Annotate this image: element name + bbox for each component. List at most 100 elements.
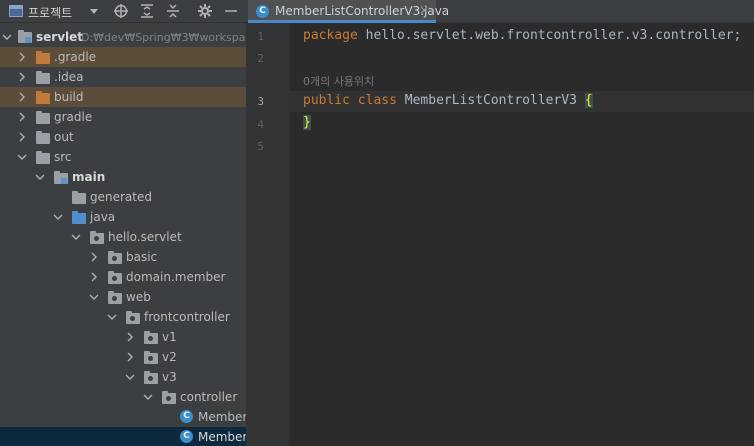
editor-tab-member-list-controller[interactable]: C MemberListControllerV3.java × <box>248 0 449 23</box>
folder-icon <box>36 111 50 124</box>
chevron-down-icon[interactable] <box>53 212 63 222</box>
editor-tab-bar: C MemberListControllerV3.java × <box>246 0 754 23</box>
code-line-3: public class MemberListControllerV3 { <box>303 93 593 108</box>
chevron-right-icon[interactable] <box>89 272 99 282</box>
tree-item-label: v1 <box>162 330 177 344</box>
line-number: 3 <box>257 95 264 108</box>
tree-item-servlet[interactable]: servlet D:₩dev₩Spring₩3₩workspace <box>0 27 246 47</box>
tree-item-hello-servlet[interactable]: hello.servlet <box>0 227 246 247</box>
dropdown-icon[interactable] <box>90 9 98 14</box>
tree-item-label: build <box>54 90 84 104</box>
tree-item-gradle[interactable]: gradle <box>0 107 246 127</box>
module-folder-icon <box>18 30 32 43</box>
project-view-icon <box>9 5 23 17</box>
tree-item-label: web <box>126 290 151 304</box>
chevron-down-icon[interactable] <box>89 292 99 302</box>
package-name: hello.servlet.web.frontcontroller.v3.con… <box>357 28 742 43</box>
tree-item-basic[interactable]: basic <box>0 247 246 267</box>
package-icon <box>90 231 104 244</box>
chevron-down-icon[interactable] <box>2 32 12 42</box>
gear-icon[interactable] <box>197 3 213 19</box>
tree-item-controller[interactable]: controller <box>0 387 246 407</box>
chevron-down-icon[interactable] <box>125 372 135 382</box>
chevron-right-icon[interactable] <box>17 92 27 102</box>
tree-item-member-list-controller[interactable]: C MemberListControllerV3 <box>0 427 246 446</box>
package-icon <box>162 391 176 404</box>
package-icon <box>108 271 122 284</box>
package-icon <box>144 331 158 344</box>
code-line-1: package hello.servlet.web.frontcontrolle… <box>303 28 741 43</box>
tree-item-generated[interactable]: generated <box>0 187 246 207</box>
tree-item-gradle-dir[interactable]: .gradle <box>0 47 246 67</box>
tree-item-label: out <box>54 130 74 144</box>
folder-icon <box>72 191 86 204</box>
tree-item-out[interactable]: out <box>0 127 246 147</box>
tree-item-idea[interactable]: .idea <box>0 67 246 87</box>
chevron-right-icon[interactable] <box>17 52 27 62</box>
chevron-right-icon[interactable] <box>89 252 99 262</box>
tree-item-label: hello.servlet <box>108 230 182 244</box>
folder-icon <box>36 131 50 144</box>
tree-item-label: basic <box>126 250 158 264</box>
tree-item-main[interactable]: main <box>0 167 246 187</box>
line-number: 4 <box>257 118 264 131</box>
tree-item-label: main <box>72 170 106 184</box>
tree-item-build[interactable]: build <box>0 87 246 107</box>
tree-item-src[interactable]: src <box>0 147 246 167</box>
folder-icon <box>36 151 50 164</box>
chevron-right-icon[interactable] <box>17 132 27 142</box>
tree-item-v2[interactable]: v2 <box>0 347 246 367</box>
line-number: 2 <box>257 52 264 65</box>
tree-item-label: src <box>54 150 72 164</box>
keyword: class <box>357 93 397 108</box>
tree-item-label: .gradle <box>54 50 97 64</box>
package-icon <box>144 371 158 384</box>
tree-item-frontcontroller[interactable]: frontcontroller <box>0 307 246 327</box>
chevron-right-icon[interactable] <box>125 352 135 362</box>
tree-item-web[interactable]: web <box>0 287 246 307</box>
locate-icon[interactable] <box>113 3 129 19</box>
package-icon <box>126 311 140 324</box>
source-set-folder-icon <box>54 171 68 184</box>
tree-item-domain-member[interactable]: domain.member <box>0 267 246 287</box>
tree-item-label: frontcontroller <box>144 310 230 324</box>
code-editor[interactable]: package hello.servlet.web.frontcontrolle… <box>290 23 754 446</box>
tree-item-label: gradle <box>54 110 93 124</box>
open-brace: { <box>584 93 593 108</box>
collapse-all-icon[interactable] <box>165 3 181 19</box>
tree-item-label: domain.member <box>126 270 226 284</box>
keyword: package <box>303 28 358 43</box>
project-view-label[interactable]: 프로젝트 <box>28 4 72 21</box>
chevron-right-icon[interactable] <box>125 332 135 342</box>
class-icon: C <box>180 430 193 443</box>
close-icon[interactable]: × <box>419 3 429 17</box>
tree-item-label: MemberFormControllerV3 <box>198 410 246 424</box>
class-icon: C <box>180 410 193 423</box>
tree-item-label: controller <box>180 390 238 404</box>
tree-item-v1[interactable]: v1 <box>0 327 246 347</box>
chevron-down-icon[interactable] <box>17 152 27 162</box>
class-icon: C <box>256 5 269 18</box>
source-folder-icon <box>72 211 86 224</box>
chevron-down-icon[interactable] <box>35 172 45 182</box>
tree-item-label: MemberListControllerV3 <box>198 430 246 444</box>
tree-item-member-form-controller[interactable]: C MemberFormControllerV3 <box>0 407 246 427</box>
chevron-down-icon[interactable] <box>107 312 117 322</box>
usage-hint[interactable]: 0개의 사용위치 <box>303 73 374 89</box>
chevron-down-icon[interactable] <box>143 392 153 402</box>
project-toolbar: 프로젝트 <box>0 0 246 23</box>
tree-item-java[interactable]: java <box>0 207 246 227</box>
class-name: MemberListControllerV3 <box>404 93 577 108</box>
chevron-right-icon[interactable] <box>17 72 27 82</box>
expand-all-icon[interactable] <box>139 3 155 19</box>
project-panel: 프로젝트 servlet D:₩dev₩Spring₩3₩workspace .… <box>0 0 246 446</box>
minimize-icon[interactable] <box>223 3 239 19</box>
line-number: 1 <box>257 30 264 43</box>
tree-item-v3[interactable]: v3 <box>0 367 246 387</box>
package-icon <box>108 251 122 264</box>
close-brace: } <box>303 115 311 130</box>
chevron-right-icon[interactable] <box>17 112 27 122</box>
folder-icon <box>36 91 50 104</box>
chevron-down-icon[interactable] <box>71 232 81 242</box>
line-number: 5 <box>257 140 264 153</box>
